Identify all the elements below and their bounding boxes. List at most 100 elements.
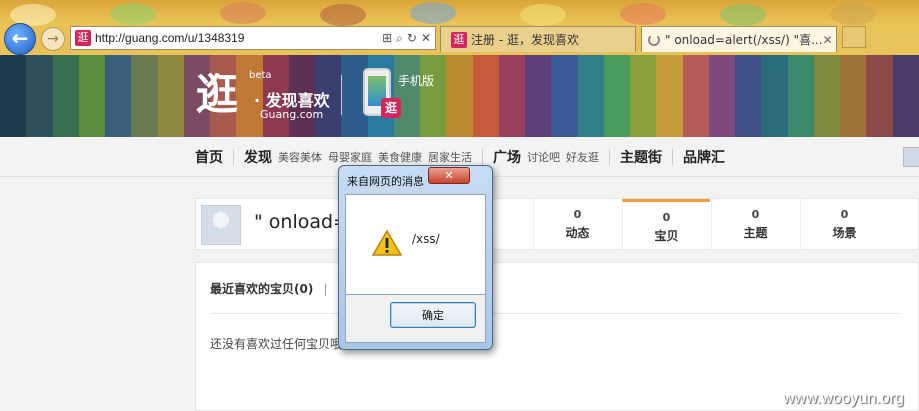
empty-message: 还没有喜欢过任何宝贝哦 <box>210 337 343 351</box>
search-icon[interactable]: ⌕ <box>396 31 403 46</box>
address-url[interactable]: http://guang.com/u/1348319 <box>95 31 382 45</box>
banner-stripe <box>525 55 552 137</box>
banner-stripe <box>761 55 788 137</box>
nav-sub-home[interactable]: 居家生活 <box>428 149 472 165</box>
banner-stripe <box>840 55 867 137</box>
logo-mark: 逛 <box>196 70 239 119</box>
banner-stripe <box>52 55 79 137</box>
tab-separator: | <box>323 282 328 296</box>
tab-recent-liked-count: (0) <box>294 282 314 296</box>
nav-separator <box>609 149 610 165</box>
stat-activity[interactable]: 0 动态 <box>533 199 621 249</box>
stop-icon[interactable]: ✕ <box>421 31 431 46</box>
profile-card: " onload= 0 动态 0 宝贝 0 主题 0 场景 <box>195 198 919 250</box>
site-favicon-icon: 逛 <box>451 31 467 48</box>
nav-home[interactable]: 首页 <box>195 147 223 167</box>
forward-button[interactable]: → <box>41 27 65 51</box>
back-button[interactable]: ← <box>4 23 36 55</box>
nav-sub-family[interactable]: 母婴家庭 <box>328 149 372 165</box>
warning-icon <box>372 230 402 256</box>
mobile-version-link[interactable]: 手机版 <box>398 72 434 89</box>
stat-label: 场景 <box>832 226 857 240</box>
site-logo[interactable]: 逛 beta · 发现喜欢 Guang.com <box>196 70 334 126</box>
nav-separator <box>482 149 483 165</box>
banner-stripe <box>157 55 184 137</box>
banner-stripe <box>393 55 420 137</box>
banner-stripe <box>498 55 525 137</box>
stat-label: 动态 <box>565 226 590 240</box>
stat-count: 0 <box>840 208 849 221</box>
refresh-icon[interactable]: ↻ <box>407 31 417 46</box>
content-divider <box>210 313 900 314</box>
compatibility-icon[interactable]: ⊞ <box>382 31 392 46</box>
browser-chrome: ← → 逛 http://guang.com/u/1348319 ⊞ ⌕ ↻ ✕… <box>0 0 919 55</box>
nav-separator <box>233 149 234 165</box>
avatar[interactable] <box>201 205 241 245</box>
loading-spinner-icon <box>648 33 660 46</box>
dialog-title: 来自网页的消息 <box>347 175 424 188</box>
tab-recent-liked[interactable]: 最近喜欢的宝贝(0) <box>210 282 318 296</box>
banner-stripe <box>682 55 709 137</box>
nav-brands[interactable]: 品牌汇 <box>683 147 725 167</box>
stat-count: 0 <box>662 211 671 224</box>
stat-label: 主题 <box>743 226 768 240</box>
watermark: www.wooyun.org <box>783 390 904 407</box>
content-panel: 最近喜欢的宝贝(0) | 发 还没有喜欢过任何宝贝哦 <box>195 262 919 411</box>
address-bar[interactable]: 逛 http://guang.com/u/1348319 ⊞ ⌕ ↻ ✕ <box>70 26 436 50</box>
stat-topics[interactable]: 0 主题 <box>711 199 799 249</box>
new-tab-button[interactable] <box>842 26 866 48</box>
banner-stripe <box>472 55 499 137</box>
logo-domain: Guang.com <box>260 108 324 121</box>
stat-count: 0 <box>573 208 582 221</box>
beta-badge: beta <box>249 70 272 81</box>
banner-stripe <box>105 55 132 137</box>
tab-register[interactable]: 逛 注册 - 逛，发现喜欢 <box>440 26 636 52</box>
tab-title: " onload=alert(/xss/) "喜... <box>665 33 823 47</box>
dialog-message: /xss/ <box>412 232 440 246</box>
banner-stripe <box>630 55 657 137</box>
nav-discover[interactable]: 发现 <box>244 147 272 167</box>
banner-stripe <box>577 55 604 137</box>
banner-stripe <box>551 55 578 137</box>
logo-divider <box>341 75 342 115</box>
dialog-close-button[interactable]: ✕ <box>428 167 470 184</box>
site-favicon-icon: 逛 <box>75 30 91 46</box>
dialog-footer: 确定 <box>345 295 486 343</box>
banner-stripe <box>78 55 105 137</box>
tab-recent-liked-label: 最近喜欢的宝贝 <box>210 282 295 296</box>
mobile-phone-icon[interactable]: 逛 <box>363 68 401 118</box>
alert-dialog: 来自网页的消息 ✕ /xss/ 确定 <box>338 165 493 350</box>
nav-plaza[interactable]: 广场 <box>493 147 521 167</box>
stat-items[interactable]: 0 宝贝 <box>622 199 710 249</box>
banner-stripe <box>708 55 735 137</box>
ok-button[interactable]: 确定 <box>390 302 476 328</box>
tab-title: 注册 - 逛，发现喜欢 <box>471 33 579 47</box>
nav-topics[interactable]: 主题街 <box>620 147 662 167</box>
stat-label: 宝贝 <box>654 229 679 243</box>
banner-stripe <box>26 55 53 137</box>
banner-stripe <box>0 55 27 137</box>
stat-scenes[interactable]: 0 场景 <box>800 199 888 249</box>
dialog-body: /xss/ <box>345 194 486 295</box>
banner-stripe <box>656 55 683 137</box>
banner-stripe <box>787 55 814 137</box>
banner-stripe <box>603 55 630 137</box>
nav-sub-friends[interactable]: 好友逛 <box>566 149 599 165</box>
nav-sub-food[interactable]: 美食健康 <box>378 149 422 165</box>
site-banner <box>0 55 919 137</box>
banner-stripe <box>813 55 840 137</box>
nav-separator <box>672 149 673 165</box>
nav-sub-forum[interactable]: 讨论吧 <box>527 149 560 165</box>
tab-profile-active[interactable]: " onload=alert(/xss/) "喜... ✕ <box>641 26 837 52</box>
banner-stripe <box>131 55 158 137</box>
banner-stripe <box>866 55 893 137</box>
banner-stripe <box>446 55 473 137</box>
banner-stripe <box>420 55 447 137</box>
nav-sub-beauty[interactable]: 美容美体 <box>278 149 322 165</box>
banner-stripe <box>892 55 919 137</box>
profile-username: " onload= <box>254 211 349 233</box>
user-avatar-small[interactable] <box>903 147 919 167</box>
close-tab-icon[interactable]: ✕ <box>823 33 833 47</box>
stat-count: 0 <box>751 208 760 221</box>
banner-stripe <box>735 55 762 137</box>
